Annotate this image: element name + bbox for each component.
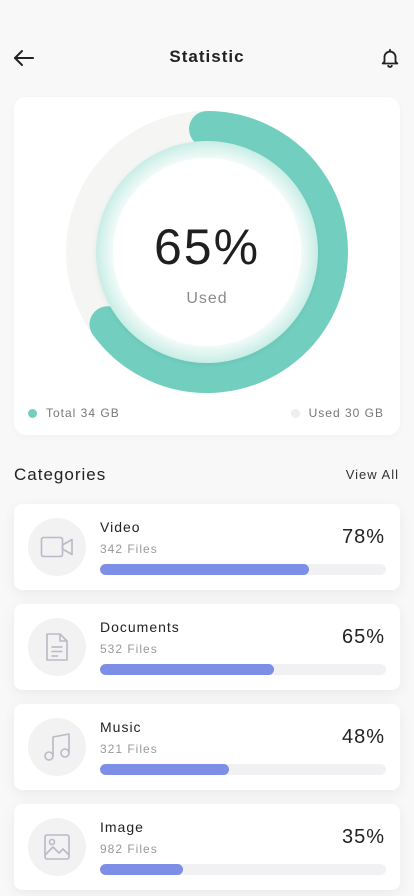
legend-total: Total 34 GB [28,406,120,420]
category-files: 342 Files [100,542,158,556]
category-percent: 35% [341,826,385,848]
category-percent: 48% [341,726,385,748]
bell-icon [381,48,399,68]
category-icon-circle [28,518,86,576]
image-icon [44,834,70,860]
category-progress-track [100,764,386,775]
video-camera-icon [40,536,73,558]
used-percentage: 65% [153,219,261,275]
category-name: Image [100,819,144,835]
view-all-link[interactable]: View All [346,467,399,482]
used-label: Used [186,290,228,307]
category-card-music[interactable]: Music 321 Files 48% [14,704,400,790]
category-progress-track [100,864,386,875]
legend-dot [290,408,300,418]
storage-donut-chart: 65% Used [65,110,349,394]
legend-used: Used 30 GB [290,406,384,420]
donut-center: 65% Used [65,222,349,308]
category-name: Documents [100,619,180,635]
storage-card: 65% Used Total 34 GB Used 30 GB [14,97,400,435]
music-note-icon [44,733,70,761]
category-card-video[interactable]: Video 342 Files 78% [14,504,400,590]
category-name: Music [100,719,142,735]
notifications-button[interactable] [376,44,404,72]
category-icon-circle [28,718,86,776]
category-files: 532 Files [100,642,158,656]
category-files: 321 Files [100,742,158,756]
category-progress-fill [100,864,183,875]
category-progress-fill [100,564,309,575]
legend-total-label: Total 34 GB [46,406,120,420]
category-percent: 78% [341,526,385,548]
category-percent: 65% [341,626,385,648]
category-progress-fill [100,664,275,675]
legend-dot [28,408,37,418]
header: Statistic [0,38,414,78]
category-progress-track [100,564,386,575]
categories-heading: Categories [14,465,107,484]
legend-used-label: Used 30 GB [308,406,384,420]
category-card-documents[interactable]: Documents 532 Files 65% [14,604,400,690]
category-progress-track [100,664,386,675]
category-files: 982 Files [100,842,158,856]
category-name: Video [100,519,141,535]
category-card-image[interactable]: Image 982 Files 35% [14,804,400,890]
category-icon-circle [28,818,86,876]
category-icon-circle [28,618,86,676]
page-title: Statistic [169,47,245,66]
category-progress-fill [100,764,229,775]
document-icon [46,633,68,661]
